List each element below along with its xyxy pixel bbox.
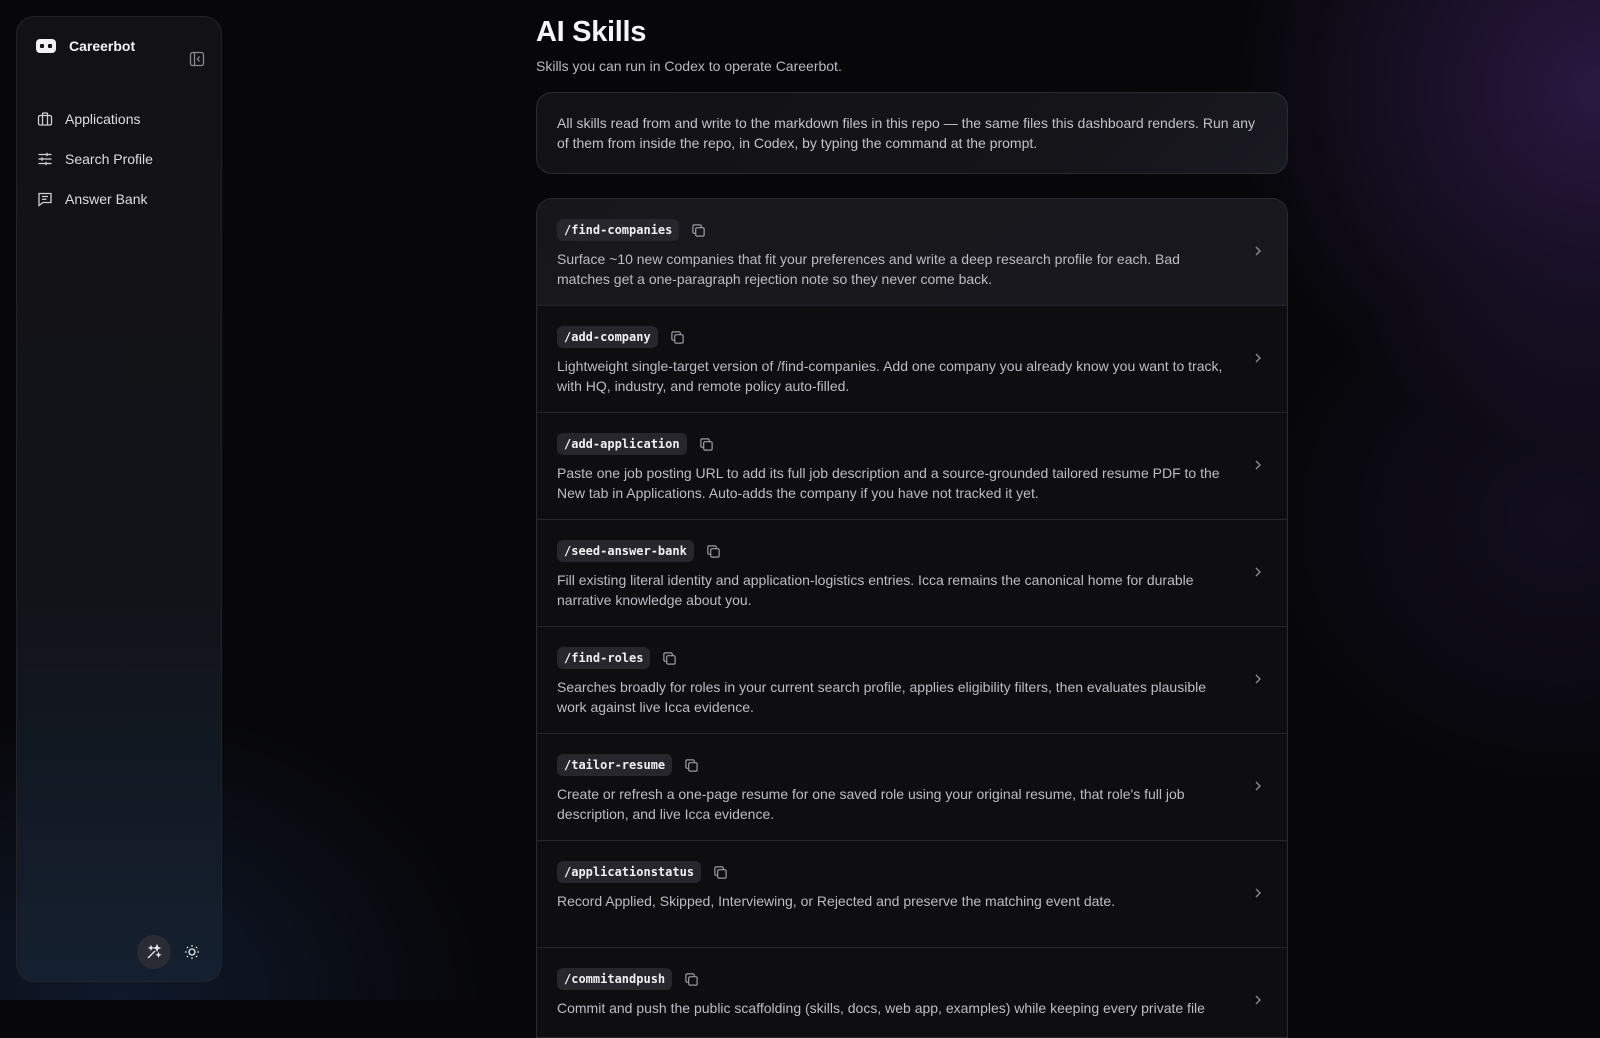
skill-row-add-company[interactable]: /add-company Lightweight single-target v…	[537, 306, 1287, 413]
chevron-right-icon	[1251, 779, 1265, 793]
copy-icon[interactable]	[670, 330, 685, 345]
skill-row-tailor-resume[interactable]: /tailor-resume Create or refresh a one-p…	[537, 734, 1287, 841]
chevron-right-icon	[1251, 993, 1265, 1007]
skill-command: /find-roles	[557, 647, 650, 669]
message-square-icon	[37, 191, 53, 207]
briefcase-icon	[37, 111, 53, 127]
skill-description: Surface ~10 new companies that fit your …	[557, 249, 1227, 289]
sliders-icon	[37, 151, 53, 167]
chevron-right-icon	[1251, 565, 1265, 579]
sidebar-item-label: Answer Bank	[65, 191, 147, 207]
chevron-right-icon	[1251, 244, 1265, 258]
skill-row-seed-answer-bank[interactable]: /seed-answer-bank Fill existing literal …	[537, 520, 1287, 627]
sparkle-wand-icon	[146, 944, 162, 960]
ai-skills-button[interactable]	[137, 935, 171, 969]
sidebar-item-applications[interactable]: Applications	[17, 99, 221, 139]
info-card: All skills read from and write to the ma…	[536, 92, 1288, 174]
skill-command: /seed-answer-bank	[557, 540, 694, 562]
skill-description: Record Applied, Skipped, Interviewing, o…	[557, 891, 1227, 911]
sidebar-nav: Applications Search Profile Answer Bank	[17, 99, 221, 219]
skill-description: Paste one job posting URL to add its ful…	[557, 463, 1227, 503]
page-title: AI Skills	[536, 16, 646, 49]
sidebar-item-label: Search Profile	[65, 151, 153, 167]
copy-icon[interactable]	[691, 223, 706, 238]
skill-row-commitandpush[interactable]: /commitandpush Commit and push the publi…	[537, 948, 1287, 1038]
skill-command: /applicationstatus	[557, 861, 701, 883]
skill-command: /find-companies	[557, 219, 679, 241]
sidebar: Careerbot Applications Sear	[16, 16, 222, 982]
copy-icon[interactable]	[699, 437, 714, 452]
copy-icon[interactable]	[713, 865, 728, 880]
collapse-sidebar-icon[interactable]	[189, 51, 205, 67]
skill-row-applicationstatus[interactable]: /applicationstatus Record Applied, Skipp…	[537, 841, 1287, 948]
skill-description: Create or refresh a one-page resume for …	[557, 784, 1227, 824]
chevron-right-icon	[1251, 351, 1265, 365]
brand[interactable]: Careerbot	[35, 35, 135, 57]
theme-toggle-button[interactable]	[175, 935, 209, 969]
robot-logo-icon	[35, 37, 57, 55]
skill-row-find-roles[interactable]: /find-roles Searches broadly for roles i…	[537, 627, 1287, 734]
skill-command: /add-company	[557, 326, 658, 348]
skill-description: Lightweight single-target version of /fi…	[557, 356, 1227, 396]
skill-command: /commitandpush	[557, 968, 672, 990]
copy-icon[interactable]	[684, 758, 699, 773]
copy-icon[interactable]	[684, 972, 699, 987]
sidebar-item-label: Applications	[65, 111, 141, 127]
copy-icon[interactable]	[706, 544, 721, 559]
chevron-right-icon	[1251, 458, 1265, 472]
sun-icon	[184, 944, 200, 960]
chevron-right-icon	[1251, 672, 1265, 686]
skill-command: /tailor-resume	[557, 754, 672, 776]
sidebar-item-answer-bank[interactable]: Answer Bank	[17, 179, 221, 219]
page-subtitle: Skills you can run in Codex to operate C…	[536, 58, 842, 74]
skill-description: Searches broadly for roles in your curre…	[557, 677, 1227, 717]
skill-row-find-companies[interactable]: /find-companies Surface ~10 new companie…	[537, 199, 1287, 306]
skills-list: /find-companies Surface ~10 new companie…	[536, 198, 1288, 1038]
skill-description: Commit and push the public scaffolding (…	[557, 998, 1227, 1018]
skill-row-add-application[interactable]: /add-application Paste one job posting U…	[537, 413, 1287, 520]
skill-description: Fill existing literal identity and appli…	[557, 570, 1227, 610]
app-name: Careerbot	[69, 38, 135, 54]
sidebar-item-search-profile[interactable]: Search Profile	[17, 139, 221, 179]
sidebar-footer	[137, 935, 209, 969]
chevron-right-icon	[1251, 886, 1265, 900]
copy-icon[interactable]	[662, 651, 677, 666]
skill-command: /add-application	[557, 433, 687, 455]
